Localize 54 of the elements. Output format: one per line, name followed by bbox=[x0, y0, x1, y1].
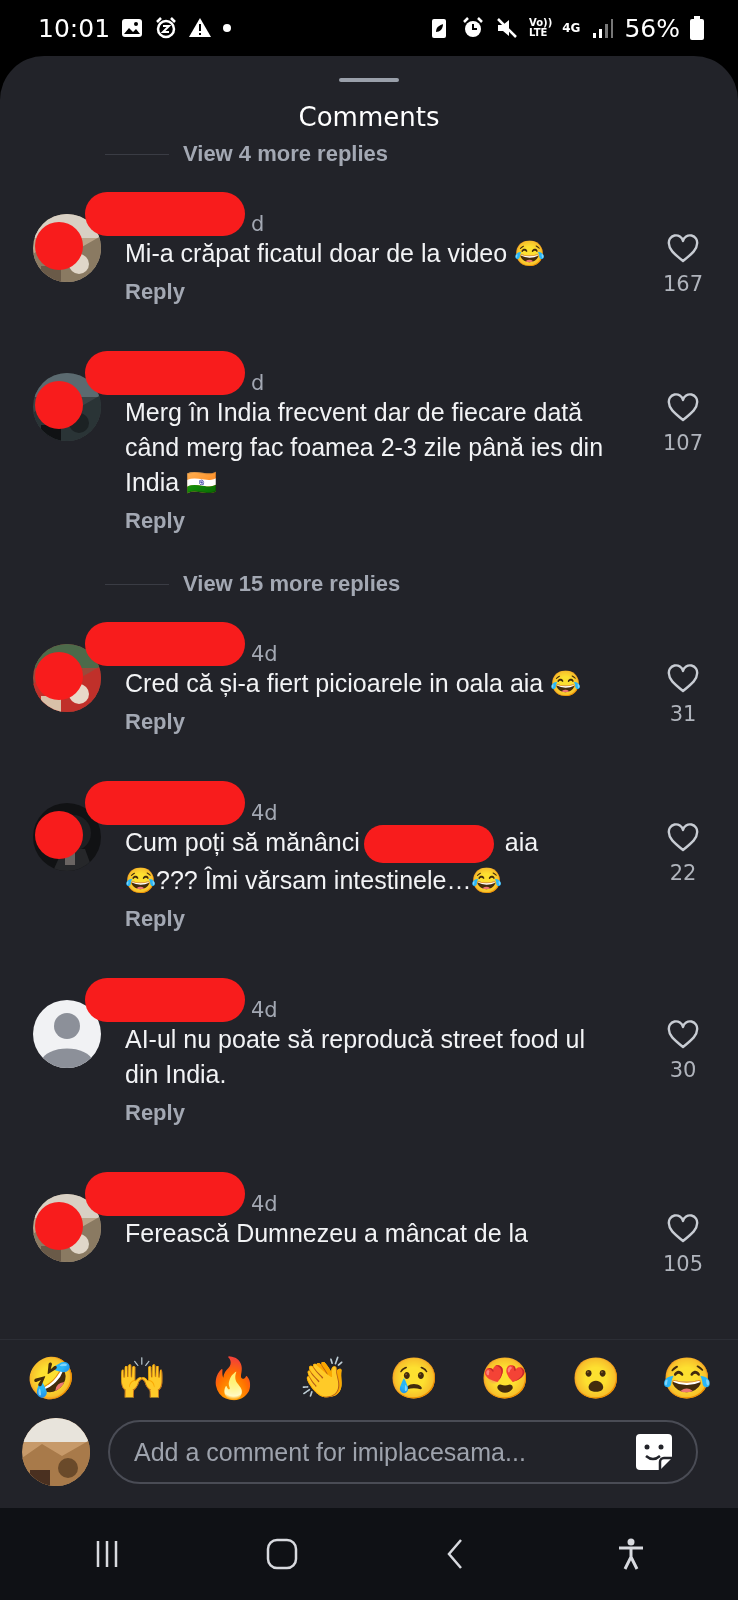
image-icon bbox=[120, 16, 145, 40]
comment-time: 4d bbox=[251, 998, 278, 1023]
clock: 10:01 bbox=[38, 13, 111, 43]
network-label: 4G bbox=[562, 23, 581, 33]
like-count: 30 bbox=[669, 1058, 697, 1083]
volte-label: Vo)) LTE bbox=[529, 18, 553, 38]
emoji-button[interactable]: 😢 bbox=[389, 1350, 440, 1406]
heart-icon[interactable] bbox=[667, 1020, 699, 1051]
home-icon[interactable] bbox=[264, 1537, 299, 1571]
like-count: 22 bbox=[669, 861, 697, 885]
comment-time: d bbox=[251, 371, 265, 395]
view-replies-link[interactable]: View 15 more replies bbox=[183, 571, 401, 597]
comment-text: Ferească Dumnezeu a mâncat de la bbox=[125, 1218, 529, 1250]
like-count: 107 bbox=[662, 431, 704, 455]
comment-text: Merg în India frecvent dar de fiecare dată când merg fac foamea 2-3 zile până ies din India 🇮🇳 bbox=[125, 397, 605, 498]
heart-icon[interactable] bbox=[667, 234, 699, 264]
reply-button[interactable]: Reply bbox=[125, 709, 185, 735]
sheet-title: Comments bbox=[298, 102, 440, 132]
emoji-button[interactable]: 😂 bbox=[661, 1350, 712, 1406]
comment-text: Cum poți să mănânci aia 😂??? Îmi vărsam intestinele…😂 bbox=[125, 825, 615, 899]
emoji-button[interactable]: 🙌 bbox=[116, 1350, 167, 1406]
comment-field[interactable]: Add a comment for imiplacesama... bbox=[108, 1420, 698, 1484]
dot-icon bbox=[222, 23, 233, 33]
battery-percent: 56% bbox=[624, 13, 680, 43]
heart-icon[interactable] bbox=[667, 1214, 699, 1245]
heart-icon[interactable] bbox=[667, 823, 699, 853]
comment-time: 4d bbox=[251, 1192, 278, 1217]
alarm-icon bbox=[461, 16, 485, 40]
comment-time: d bbox=[251, 212, 265, 236]
comment-text: AI-ul nu poate să reproducă street food ul din India. bbox=[125, 1024, 586, 1091]
like-count: 167 bbox=[662, 272, 704, 296]
comment-text: Cred că și-a fiert picioarele in oala aia 😂 bbox=[125, 668, 583, 699]
reply-button[interactable]: Reply bbox=[125, 279, 185, 305]
comment-text: Mi-a crăpat ficatul doar de la video 😂 bbox=[125, 238, 547, 269]
view-replies-link[interactable]: View 4 more replies bbox=[183, 141, 389, 167]
emoji-button[interactable]: 🔥 bbox=[207, 1350, 258, 1406]
reply-button[interactable]: Reply bbox=[125, 508, 185, 534]
mute-icon bbox=[495, 16, 519, 40]
like-count: 31 bbox=[669, 702, 697, 726]
like-count: 105 bbox=[662, 1252, 704, 1277]
battery-icon bbox=[690, 16, 704, 40]
reply-button[interactable]: Reply bbox=[125, 906, 185, 933]
emoji-button[interactable]: 👏 bbox=[298, 1350, 349, 1406]
heart-icon[interactable] bbox=[667, 393, 699, 423]
emoji-button[interactable]: 😮 bbox=[571, 1350, 622, 1406]
drag-handle[interactable] bbox=[339, 78, 399, 82]
comment-time: 4d bbox=[251, 801, 278, 825]
emoji-button[interactable]: 😍 bbox=[480, 1350, 531, 1406]
comment-time: 4d bbox=[251, 642, 278, 666]
signal-icon bbox=[590, 16, 615, 40]
emoji-button[interactable]: 🤣 bbox=[26, 1350, 76, 1406]
heart-icon[interactable] bbox=[667, 664, 699, 694]
warning-icon bbox=[188, 16, 213, 40]
reply-button[interactable]: Reply bbox=[125, 1100, 185, 1127]
